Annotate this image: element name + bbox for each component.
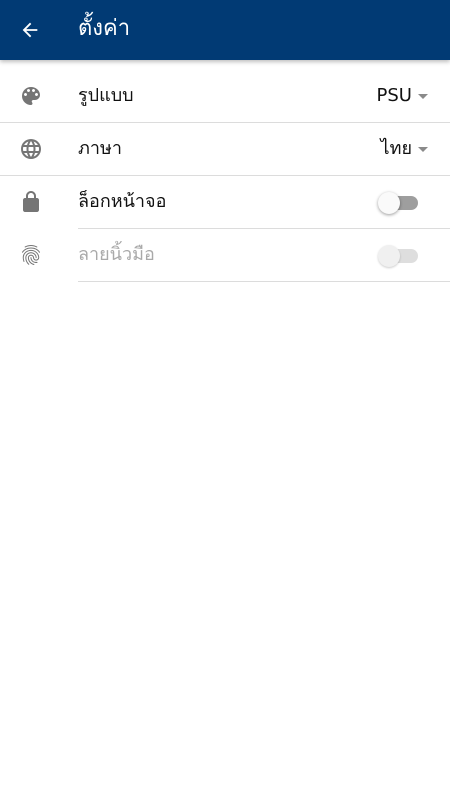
page-title: ตั้งค่า (78, 16, 131, 41)
setting-label-theme: รูปแบบ (78, 85, 134, 106)
setting-label-screen-lock: ล็อกหน้าจอ (78, 191, 167, 212)
setting-row-theme[interactable]: รูปแบบ PSU (0, 70, 450, 123)
back-button[interactable] (0, 0, 60, 60)
toggle-thumb (378, 192, 400, 214)
caret-down-icon (418, 146, 428, 152)
caret-down-icon (418, 93, 428, 99)
toggle-thumb (378, 245, 400, 267)
setting-row-language[interactable]: ภาษา ไทย (0, 123, 450, 176)
lock-icon (18, 189, 44, 215)
setting-row-screen-lock[interactable]: ล็อกหน้าจอ (0, 176, 450, 229)
arrow-left-icon (22, 22, 38, 38)
fingerprint-toggle (378, 245, 420, 267)
globe-icon (18, 136, 44, 162)
screen-lock-toggle[interactable] (378, 192, 420, 214)
theme-dropdown-value: PSU (376, 85, 412, 106)
language-dropdown[interactable]: ไทย (381, 136, 428, 162)
setting-row-fingerprint: ลายนิ้วมือ (0, 229, 450, 282)
setting-label-language: ภาษา (78, 138, 122, 159)
divider (78, 281, 450, 282)
palette-icon (18, 83, 44, 109)
theme-dropdown[interactable]: PSU (377, 83, 428, 109)
app-bar: ตั้งค่า (0, 0, 450, 60)
settings-list: รูปแบบ PSU ภาษา ไทย ล็อกหน้าจอ ลายนิ้วมื… (0, 70, 450, 282)
setting-label-fingerprint: ลายนิ้วมือ (78, 244, 155, 265)
language-dropdown-value: ไทย (380, 138, 412, 159)
fingerprint-icon (18, 242, 44, 268)
